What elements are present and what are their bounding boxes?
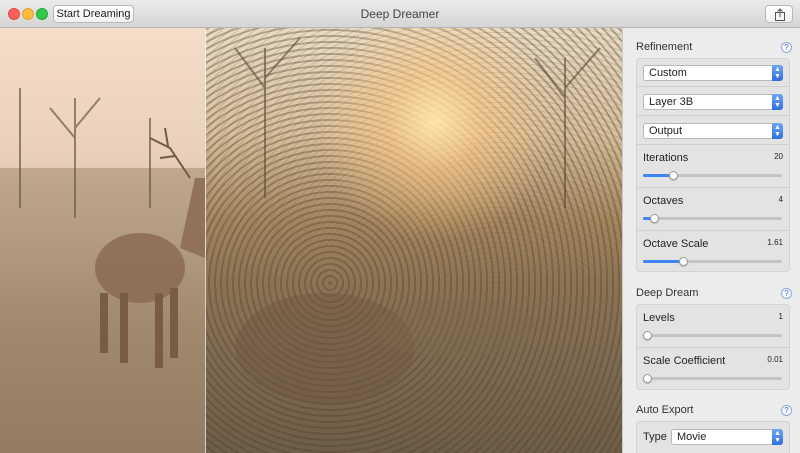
divider [637, 347, 789, 348]
window-title: Deep Dreamer [360, 7, 440, 21]
scale-coefficient-value: 0.01 [767, 355, 783, 364]
split-divider[interactable] [205, 28, 206, 453]
divider [637, 144, 789, 145]
slider-thumb[interactable] [650, 214, 659, 223]
refinement-group: Custom ▲ ▼ Layer 3B ▲ ▼ Output ▲ ▼ Iteratio… [636, 58, 790, 272]
refinement-help-icon[interactable]: ? [781, 42, 792, 53]
preset-select-value: Custom [649, 67, 687, 79]
levels-slider[interactable] [643, 331, 782, 340]
auto-export-title: Auto Export [636, 404, 694, 416]
deep-dream-title: Deep Dream [636, 287, 699, 299]
levels-label: Levels [643, 312, 675, 324]
select-arrows-icon: ▲ ▼ [772, 123, 783, 139]
octaves-slider[interactable] [643, 214, 782, 223]
octaves-value: 4 [778, 195, 783, 204]
slider-thumb[interactable] [643, 331, 652, 340]
auto-export-group: Type Movie ▲ ▼ [636, 421, 790, 453]
octave-scale-label: Octave Scale [643, 238, 709, 250]
select-arrows-icon: ▲ ▼ [772, 429, 783, 445]
type-label: Type [643, 431, 667, 443]
iterations-value: 20 [774, 152, 783, 161]
deep-dream-group: Levels 1 Scale Coefficient 0.01 [636, 304, 790, 390]
divider [637, 86, 789, 87]
original-image [0, 28, 205, 453]
dream-image [205, 28, 622, 453]
iterations-label: Iterations [643, 152, 689, 164]
divider [637, 187, 789, 188]
divider [637, 230, 789, 231]
output-select[interactable]: Output ▲ ▼ [643, 123, 783, 139]
image-canvas[interactable] [0, 28, 622, 453]
settings-sidebar: Refinement ? Custom ▲ ▼ Layer 3B ▲ ▼ Outpu… [622, 28, 800, 453]
divider [637, 115, 789, 116]
output-select-value: Output [649, 125, 683, 137]
octaves-label: Octaves [643, 195, 684, 207]
select-arrows-icon: ▲ ▼ [772, 94, 783, 110]
slider-thumb[interactable] [643, 374, 652, 383]
refinement-title: Refinement [636, 41, 693, 53]
deer-photo [0, 88, 205, 453]
share-button[interactable] [765, 5, 793, 23]
deep-dream-help-icon[interactable]: ? [781, 288, 792, 299]
levels-value: 1 [778, 312, 783, 321]
iterations-slider[interactable] [643, 171, 782, 180]
slider-thumb[interactable] [679, 257, 688, 266]
slider-fill [643, 260, 683, 263]
auto-export-help-icon[interactable]: ? [781, 405, 792, 416]
scale-coefficient-slider[interactable] [643, 374, 782, 383]
preset-select[interactable]: Custom ▲ ▼ [643, 65, 783, 81]
title-bar: Start Dreaming Deep Dreamer [0, 0, 800, 28]
share-icon [775, 8, 785, 21]
select-arrows-icon: ▲ ▼ [772, 65, 783, 81]
octave-scale-value: 1.61 [767, 238, 783, 247]
dream-texture [234, 37, 601, 403]
octave-scale-slider[interactable] [643, 257, 782, 266]
scale-coefficient-label: Scale Coefficient [643, 355, 726, 367]
layer-select[interactable]: Layer 3B ▲ ▼ [643, 94, 783, 110]
export-type-select[interactable]: Movie ▲ ▼ [671, 429, 783, 445]
export-type-value: Movie [677, 431, 707, 443]
layer-select-value: Layer 3B [649, 96, 694, 108]
slider-thumb[interactable] [669, 171, 678, 180]
